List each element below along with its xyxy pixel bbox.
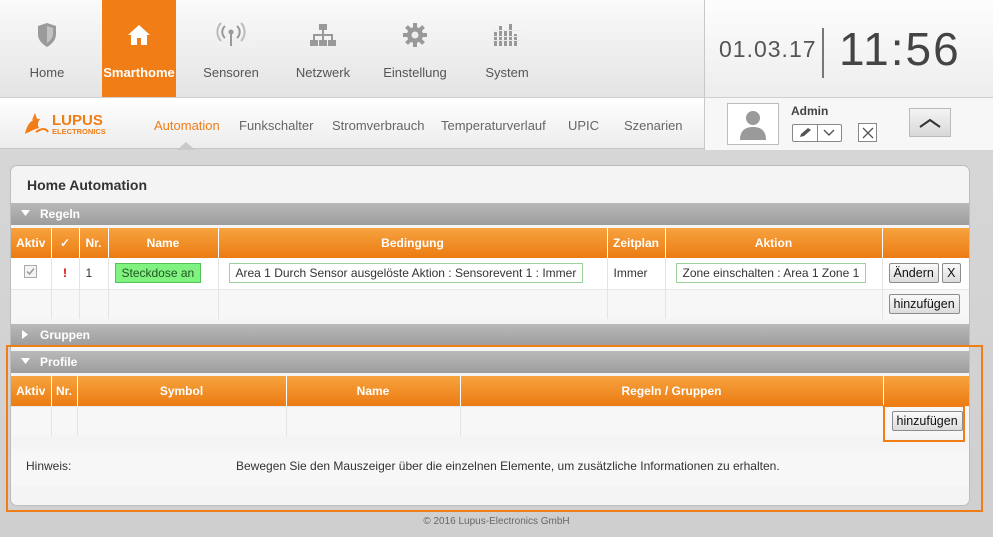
nav-item-label: Einstellung	[383, 65, 447, 80]
column-header-nr[interactable]: Nr.	[79, 228, 109, 258]
user-icon	[740, 111, 766, 140]
avatar[interactable]	[727, 103, 779, 145]
logo-subtext: ELECTRONICS	[52, 127, 106, 136]
rules-table: Aktiv ✓ Nr. Name Bedingung Zeitplan Akti…	[11, 228, 969, 319]
lupus-logo-icon	[25, 113, 49, 134]
name-cell: Steckdose an	[108, 258, 219, 289]
tab-upic[interactable]: UPIC	[568, 118, 599, 133]
active-tab-indicator	[177, 142, 195, 150]
section-title: Regeln	[40, 207, 81, 221]
table-row: hinzufügen	[11, 288, 969, 319]
action-cell: Zone einschalten : Area 1 Zone 1	[665, 258, 883, 289]
nav-item-label: Netzwerk	[295, 65, 351, 80]
warning-flag: !	[63, 266, 67, 281]
nav-item-label: System	[485, 65, 529, 80]
triangle-right-icon	[22, 330, 28, 339]
tab-stromverbrauch[interactable]: Stromverbrauch	[332, 118, 424, 133]
lupus-logo: LUPUS ELECTRONICS	[22, 110, 134, 140]
column-header-action[interactable]: Aktion	[665, 228, 883, 258]
tab-automation[interactable]: Automation	[154, 118, 220, 133]
rule-number: 1	[79, 258, 109, 289]
highlight-frame-add-button	[883, 405, 965, 442]
antenna-icon	[190, 22, 272, 50]
column-header-active[interactable]: Aktiv	[11, 228, 52, 258]
user-name: Admin	[791, 104, 829, 118]
equalizer-icon	[474, 22, 540, 50]
condition-cell: Area 1 Durch Sensor ausgelöste Aktion : …	[218, 258, 608, 289]
chevron-down-icon[interactable]	[816, 125, 842, 141]
nav-item-smarthome[interactable]: Smarthome	[102, 0, 176, 105]
column-header-name[interactable]: Name	[108, 228, 219, 258]
rule-name-badge[interactable]: Steckdose an	[114, 263, 202, 284]
date-display: 01.03.17	[719, 36, 817, 62]
gear-icon	[375, 22, 455, 50]
nav-item-label: Home	[29, 65, 65, 80]
nav-item-einstellung[interactable]: Einstellung	[375, 0, 455, 97]
section-header-groups[interactable]: Gruppen	[11, 324, 969, 346]
section-title: Gruppen	[40, 328, 90, 342]
close-icon[interactable]	[858, 123, 877, 142]
tab-temperaturverlauf[interactable]: Temperaturverlauf	[441, 118, 546, 133]
tab-funkschalter[interactable]: Funkschalter	[239, 118, 313, 133]
nav-item-home[interactable]: Home	[0, 0, 94, 97]
main-navigation: Home Smarthome Sensoren Netzwerk Einstel…	[0, 0, 993, 105]
add-cell: hinzufügen	[882, 288, 969, 319]
nav-item-netzwerk[interactable]: Netzwerk	[285, 0, 361, 97]
triangle-down-icon	[21, 210, 30, 216]
collapse-header-button[interactable]	[909, 108, 951, 137]
nav-item-label: Smarthome	[103, 65, 175, 80]
column-header-condition[interactable]: Bedingung	[218, 228, 608, 258]
user-panel: Admin	[704, 98, 993, 150]
rule-schedule: Immer	[607, 258, 666, 289]
column-header-controls	[882, 228, 969, 258]
footer-copyright: © 2016 Lupus-Electronics GmbH	[423, 516, 570, 527]
delete-rule-button[interactable]: X	[942, 263, 961, 284]
pencil-icon[interactable]	[793, 125, 817, 141]
highlight-frame-profiles	[6, 345, 983, 512]
controls-cell: Ändern X	[882, 258, 969, 289]
clock-display: 01.03.17 11:56	[704, 0, 993, 97]
house-icon	[102, 22, 176, 50]
edit-rule-button[interactable]: Ändern	[888, 263, 939, 284]
column-header-check[interactable]: ✓	[51, 228, 80, 258]
shield-icon	[0, 22, 94, 50]
active-checkbox[interactable]	[24, 265, 38, 279]
network-icon	[285, 22, 361, 50]
sub-navigation: LUPUS ELECTRONICS Automation Funkschalte…	[0, 97, 993, 150]
table-header-row: Aktiv ✓ Nr. Name Bedingung Zeitplan Akti…	[11, 228, 969, 258]
edit-user-dropdown[interactable]	[792, 124, 842, 142]
flag-cell: !	[51, 258, 80, 289]
active-cell	[11, 258, 52, 289]
rule-action[interactable]: Zone einschalten : Area 1 Zone 1	[675, 263, 867, 284]
tab-szenarien[interactable]: Szenarien	[624, 118, 683, 133]
page-title: Home Automation	[27, 177, 148, 193]
add-rule-button[interactable]: hinzufügen	[888, 294, 960, 315]
nav-item-system[interactable]: System	[474, 0, 540, 97]
section-header-rules[interactable]: Regeln	[11, 203, 969, 225]
clock-divider	[822, 28, 824, 78]
column-header-schedule[interactable]: Zeitplan	[607, 228, 666, 258]
nav-item-sensoren[interactable]: Sensoren	[190, 0, 272, 97]
rule-condition[interactable]: Area 1 Durch Sensor ausgelöste Aktion : …	[228, 263, 584, 284]
table-row: ! 1 Steckdose an Area 1 Durch Sensor aus…	[11, 258, 969, 289]
nav-item-label: Sensoren	[203, 65, 259, 80]
time-display: 11:56	[839, 23, 961, 75]
chevron-up-icon	[919, 118, 941, 128]
